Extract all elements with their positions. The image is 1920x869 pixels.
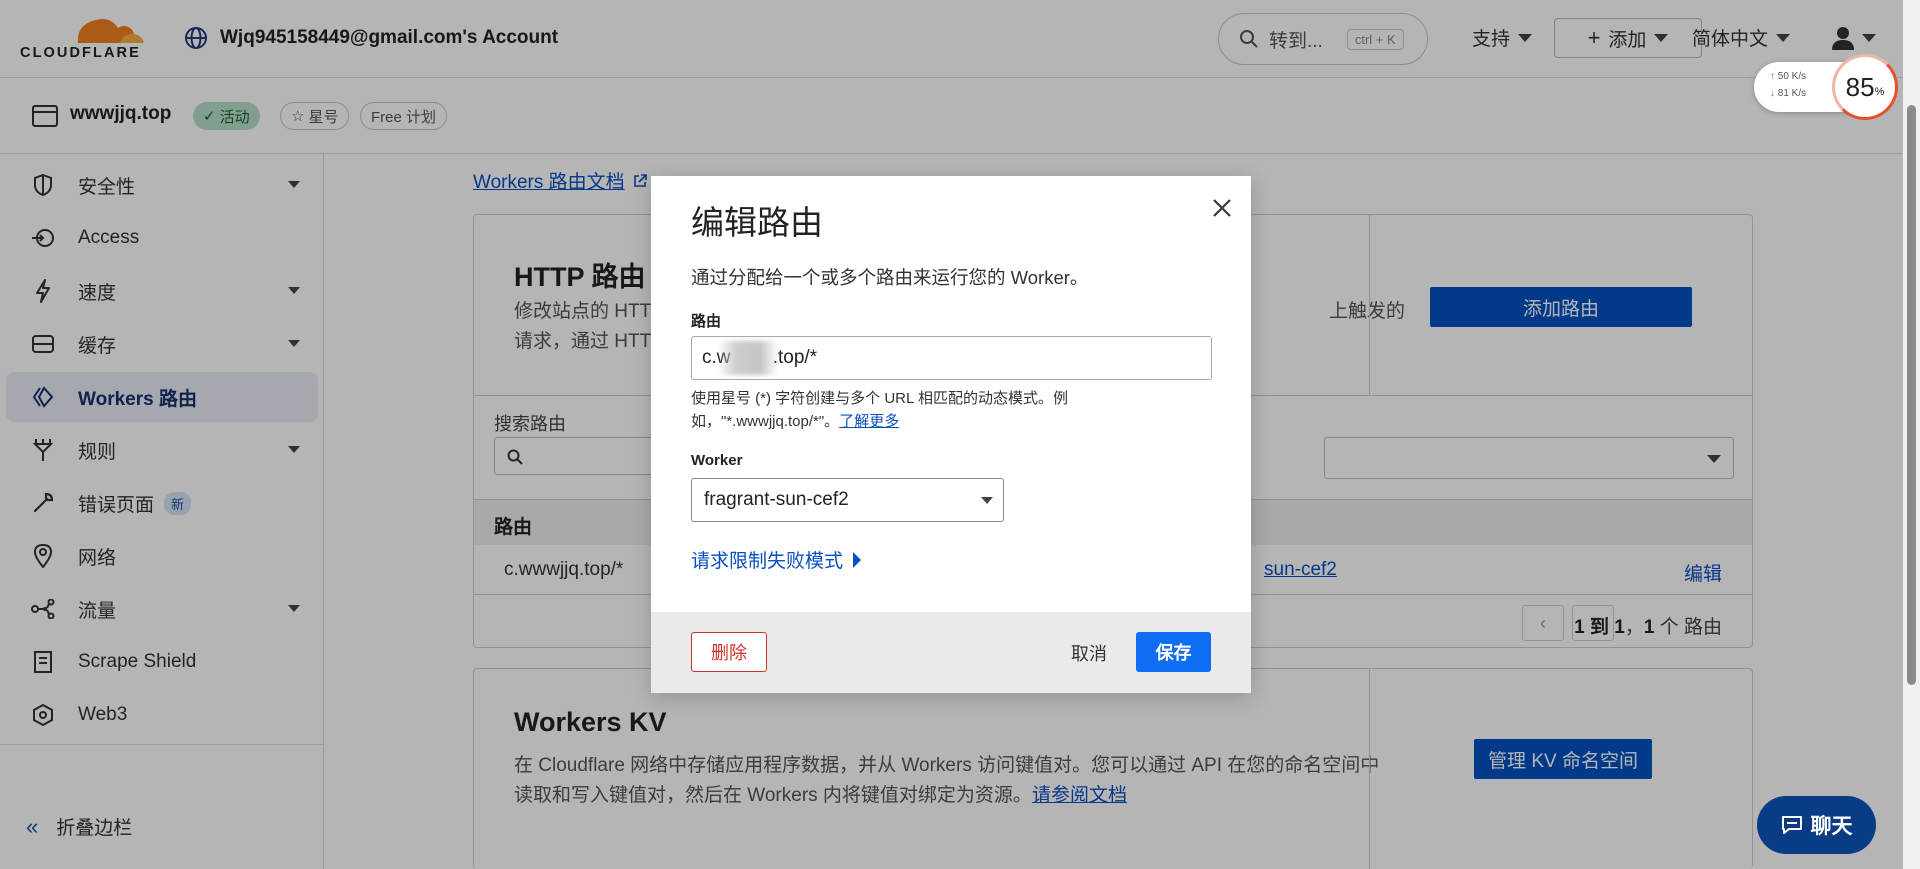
rate-limit-failure-mode-toggle[interactable]: 请求限制失败模式 xyxy=(691,546,862,573)
upload-speed: ↑ 50 K/s xyxy=(1770,71,1806,82)
dialog-title: 编辑路由 xyxy=(691,204,823,241)
chat-button[interactable]: 聊天 xyxy=(1757,796,1876,854)
memory-gauge: 85% xyxy=(1832,54,1898,120)
upload-value: 50 K/s xyxy=(1777,71,1807,82)
page-scrollbar[interactable] xyxy=(1903,0,1920,869)
dialog-footer: 删除 取消 保存 xyxy=(651,612,1251,693)
worker-field-label: Worker xyxy=(691,452,743,469)
worker-select-value: fragrant-sun-cef2 xyxy=(704,489,849,510)
cancel-button[interactable]: 取消 xyxy=(1071,640,1107,666)
chat-label: 聊天 xyxy=(1810,815,1853,838)
caret-right-icon xyxy=(853,551,862,568)
dialog-description: 通过分配给一个或多个路由来运行您的 Worker。 xyxy=(691,267,1089,288)
download-value: 81 K/s xyxy=(1777,88,1807,99)
scrollbar-thumb[interactable] xyxy=(1907,105,1916,685)
chat-bubble-icon xyxy=(1781,816,1802,834)
gauge-unit: % xyxy=(1874,86,1885,98)
learn-more-link[interactable]: 了解更多 xyxy=(839,413,899,430)
delete-button[interactable]: 删除 xyxy=(691,632,767,672)
worker-select[interactable]: fragrant-sun-cef2 xyxy=(691,478,1004,522)
rate-limit-label: 请求限制失败模式 xyxy=(691,551,844,572)
gauge-value: 85 xyxy=(1845,71,1875,102)
edit-route-dialog: 编辑路由 通过分配给一个或多个路由来运行您的 Worker。 路由 使用星号 (… xyxy=(651,176,1251,693)
route-field-label: 路由 xyxy=(691,313,722,330)
download-speed: ↓ 81 K/s xyxy=(1770,88,1806,99)
close-icon[interactable] xyxy=(1208,194,1236,222)
arrow-up-icon: ↑ xyxy=(1770,71,1775,82)
save-button[interactable]: 保存 xyxy=(1136,632,1211,672)
route-help-text: 使用星号 (*) 字符创建与多个 URL 相匹配的动态模式。例如，"*.wwwj… xyxy=(691,387,1091,433)
redacted-area xyxy=(718,341,778,375)
arrow-down-icon: ↓ xyxy=(1770,88,1775,99)
chevron-down-icon xyxy=(981,497,993,504)
network-speed-widget[interactable]: ↑ 50 K/s ↓ 81 K/s 85% xyxy=(1754,54,1898,120)
